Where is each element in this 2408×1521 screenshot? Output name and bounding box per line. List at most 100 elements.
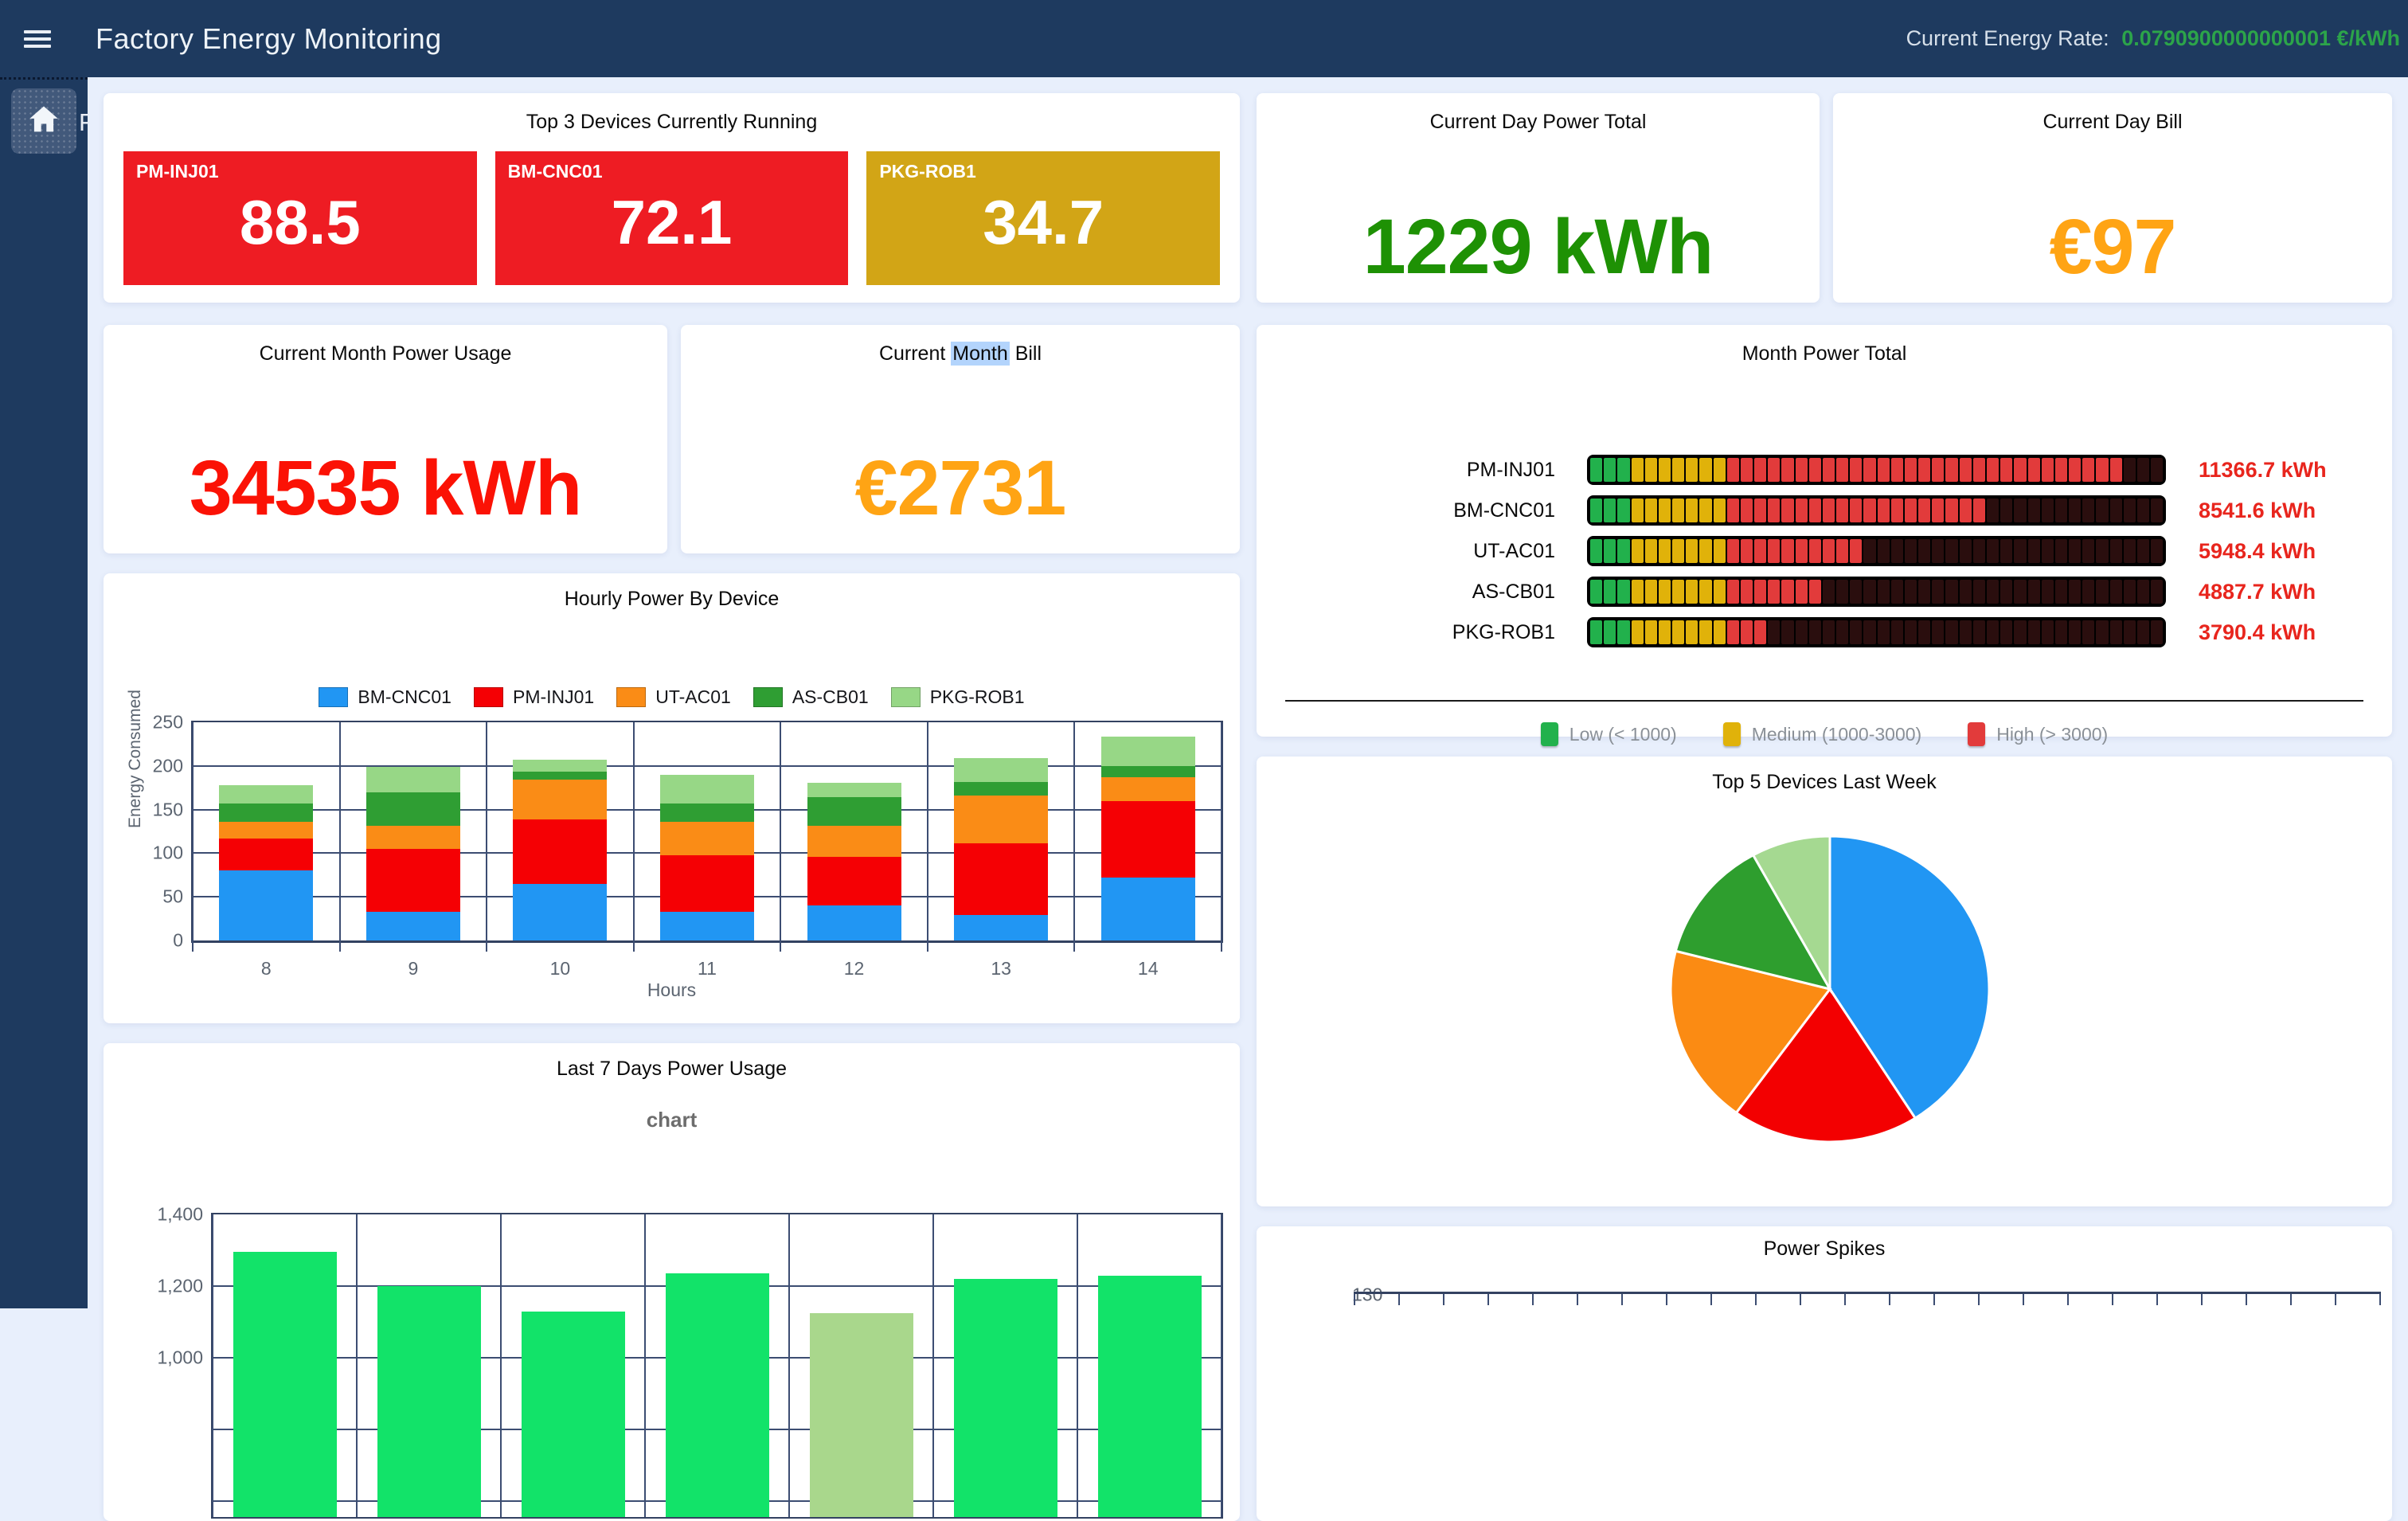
gridline <box>1077 1214 1078 1517</box>
stacked-bar-segment[interactable] <box>1101 801 1195 878</box>
bar[interactable] <box>522 1312 625 1518</box>
bar-segment <box>2055 499 2067 522</box>
stacked-bar-segment[interactable] <box>219 822 313 839</box>
stacked-bar-segment[interactable] <box>513 772 607 780</box>
stacked-bar-segment[interactable] <box>513 884 607 940</box>
stacked-bar-segment[interactable] <box>660 912 754 940</box>
segmented-bar[interactable] <box>1587 455 2166 485</box>
stacked-bar-segment[interactable] <box>954 843 1048 915</box>
stacked-bar-segment[interactable] <box>807 826 901 856</box>
sidebar-item-label-clipped[interactable]: F <box>79 108 88 137</box>
stacked-bar-segment[interactable] <box>954 915 1048 940</box>
stacked-bar-segment[interactable] <box>807 783 901 798</box>
stacked-bar-plot[interactable]: 050100150200250891011121314 <box>191 721 1223 943</box>
bar-segment <box>1918 499 1930 522</box>
bar-segment <box>1796 499 1808 522</box>
stacked-bar-segment[interactable] <box>807 857 901 905</box>
bar-segment <box>1987 580 1999 604</box>
device-label: PM-INJ01 <box>1257 459 1555 482</box>
legend-item: Medium (1000-3000) <box>1723 722 1922 746</box>
gridline <box>500 1214 502 1517</box>
bar-segment <box>2000 499 2012 522</box>
stacked-bar-segment[interactable] <box>513 819 607 884</box>
stacked-bar-segment[interactable] <box>1101 766 1195 777</box>
stacked-bar-segment[interactable] <box>366 912 460 940</box>
dashboard: Top 3 Devices Currently Running PM-INJ01… <box>88 77 2408 1306</box>
stacked-bar-segment[interactable] <box>366 849 460 912</box>
bar[interactable] <box>954 1279 1057 1517</box>
stacked-bar-segment[interactable] <box>954 758 1048 782</box>
bar-segment <box>1836 620 1848 644</box>
stacked-bar-segment[interactable] <box>366 826 460 848</box>
stacked-bar-segment[interactable] <box>219 839 313 871</box>
bar-segment <box>2096 499 2108 522</box>
legend-label: AS-CB01 <box>792 686 869 708</box>
bar-segment <box>1891 580 1903 604</box>
stacked-bar-segment[interactable] <box>954 782 1048 796</box>
bar[interactable] <box>377 1286 481 1517</box>
bar[interactable] <box>233 1252 337 1517</box>
segmented-bar[interactable] <box>1587 617 2166 647</box>
bar-segment <box>2151 458 2163 482</box>
bar-segment <box>1741 499 1753 522</box>
gridline <box>932 1214 934 1517</box>
stacked-bar-segment[interactable] <box>807 797 901 826</box>
title-text: Bill <box>1010 342 1042 365</box>
stacked-bar-segment[interactable] <box>660 822 754 855</box>
chart-subtitle: chart <box>104 1108 1240 1132</box>
segmented-bar[interactable] <box>1587 536 2166 566</box>
bar-segment <box>2110 580 2122 604</box>
stacked-bar-segment[interactable] <box>660 804 754 822</box>
segmented-bar[interactable] <box>1587 577 2166 607</box>
card-month-bill: Current Month Bill €2731 <box>681 325 1240 553</box>
device-tile[interactable]: BM-CNC01 72.1 <box>495 151 849 285</box>
bar[interactable] <box>666 1273 769 1517</box>
device-tile[interactable]: PKG-ROB1 34.7 <box>866 151 1220 285</box>
bar-segment <box>2124 499 2136 522</box>
bar-segment <box>1659 539 1671 563</box>
home-button[interactable] <box>11 88 76 154</box>
legend-item: PKG-ROB1 <box>891 686 1025 708</box>
bar-segment <box>2110 458 2122 482</box>
stacked-bar-segment[interactable] <box>366 792 460 827</box>
legend: BM-CNC01PM-INJ01UT-AC01AS-CB01PKG-ROB1 <box>104 686 1240 708</box>
energy-rate-value: 0.0790900000000001 €/kWh <box>2121 26 2400 50</box>
stacked-bar-segment[interactable] <box>807 905 901 940</box>
bar-segment <box>1632 539 1644 563</box>
pie-chart[interactable] <box>1663 830 1997 1156</box>
stacked-bar-segment[interactable] <box>219 804 313 822</box>
legend-swatch <box>474 687 503 707</box>
stacked-bar-segment[interactable] <box>219 870 313 940</box>
bar-segment <box>1850 499 1862 522</box>
device-name: PKG-ROB1 <box>879 161 975 182</box>
stacked-bar-segment[interactable] <box>513 780 607 819</box>
legend-swatch <box>1723 722 1741 746</box>
bar-segment <box>1714 499 1726 522</box>
menu-icon[interactable] <box>24 26 53 52</box>
device-label: AS-CB01 <box>1257 581 1555 604</box>
stacked-bar-segment[interactable] <box>954 796 1048 843</box>
card-title: Current Day Bill <box>1833 111 2392 134</box>
stacked-bar-segment[interactable] <box>1101 777 1195 801</box>
stacked-bar-segment[interactable] <box>660 855 754 912</box>
bar[interactable] <box>1098 1276 1202 1517</box>
bar[interactable] <box>810 1313 913 1517</box>
stacked-bar-segment[interactable] <box>513 760 607 772</box>
bar-segment <box>1686 580 1698 604</box>
bar-segment <box>1987 539 1999 563</box>
bar-segment <box>1645 458 1657 482</box>
bar-segment <box>1714 580 1726 604</box>
stacked-bar-segment[interactable] <box>660 775 754 804</box>
stacked-bar-segment[interactable] <box>219 785 313 804</box>
bar-segment <box>1878 580 1890 604</box>
bar-segment <box>1672 580 1684 604</box>
stacked-bar-segment[interactable] <box>1101 737 1195 766</box>
segmented-bar[interactable] <box>1587 495 2166 526</box>
bar-plot[interactable]: 1,4001,2001,000 <box>211 1213 1223 1519</box>
bar-segment <box>1768 580 1780 604</box>
bar-segment <box>1960 620 1972 644</box>
device-tile[interactable]: PM-INJ01 88.5 <box>123 151 477 285</box>
stacked-bar-segment[interactable] <box>366 767 460 792</box>
stacked-bar-segment[interactable] <box>1101 878 1195 940</box>
power-value: 4887.7 kWh <box>2199 580 2316 604</box>
